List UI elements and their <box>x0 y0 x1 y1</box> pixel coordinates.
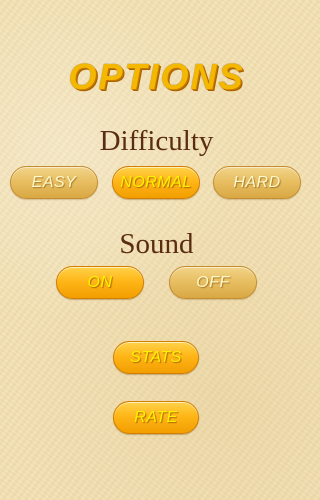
options-screen: OPTIONS Difficulty EASY NORMAL HARD Soun… <box>0 0 313 500</box>
stats-button[interactable]: STATS <box>113 341 199 374</box>
difficulty-hard-button[interactable]: HARD <box>213 166 301 199</box>
difficulty-heading: Difficulty <box>99 125 214 157</box>
sound-off-button[interactable]: OFF <box>169 266 257 299</box>
rate-button[interactable]: RATE <box>113 401 199 434</box>
difficulty-easy-button[interactable]: EASY <box>10 166 98 199</box>
difficulty-normal-button[interactable]: NORMAL <box>112 166 200 199</box>
sound-on-button[interactable]: ON <box>56 266 144 299</box>
page-title: OPTIONS <box>68 56 245 97</box>
sound-heading: Sound <box>119 228 194 260</box>
